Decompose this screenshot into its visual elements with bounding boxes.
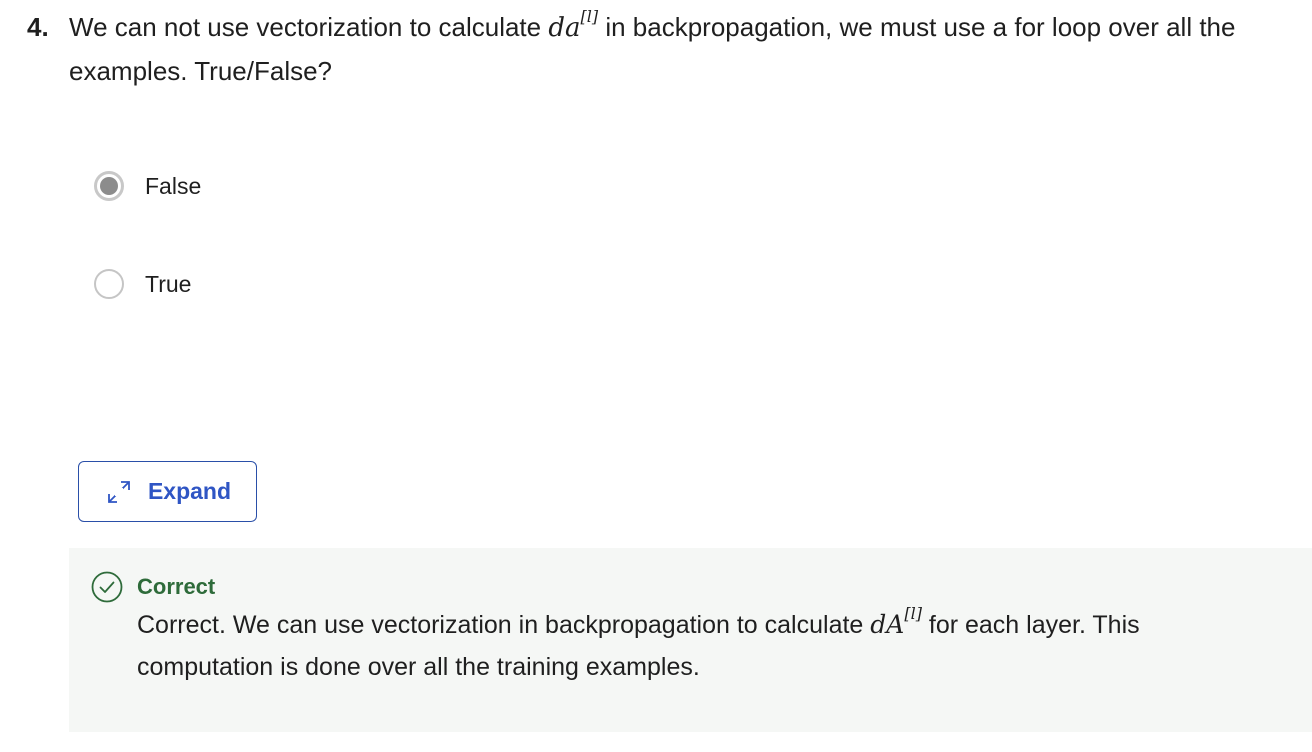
question-text-before: We can not use vectorization to calculat… (69, 12, 549, 42)
option-false-label: False (145, 172, 202, 199)
feedback-panel: Correct Correct. We can use vectorizatio… (69, 548, 1312, 732)
feedback-math: dA[l] (870, 606, 922, 640)
question-math-sup: [l] (580, 7, 599, 26)
radio-selected-icon[interactable] (94, 171, 124, 201)
feedback-math-base: dA (870, 610, 905, 639)
feedback-text-before: Correct. We can use vectorization in bac… (137, 611, 871, 639)
expand-button[interactable]: Expand (78, 461, 257, 522)
feedback-title: Correct (137, 574, 216, 599)
feedback-math-sup: [l] (904, 604, 922, 623)
expand-arrows-icon (108, 480, 130, 503)
quiz-page: 4. We can not use vectorization to calcu… (0, 0, 1312, 752)
question-math: da[l] (548, 9, 598, 44)
question-number: 4. (27, 12, 49, 42)
option-false[interactable]: False (94, 171, 201, 201)
option-true[interactable]: True (94, 269, 191, 299)
radio-unselected-icon[interactable] (94, 269, 124, 299)
check-circle-icon (91, 571, 123, 603)
expand-button-label: Expand (147, 478, 232, 504)
option-true-label: True (145, 270, 192, 297)
feedback-text: Correct. We can use vectorization in bac… (137, 604, 1257, 688)
question-block: 4. We can not use vectorization to calcu… (27, 6, 1297, 93)
question-text: We can not use vectorization to calculat… (69, 6, 1297, 93)
question-math-base: da (548, 13, 581, 43)
